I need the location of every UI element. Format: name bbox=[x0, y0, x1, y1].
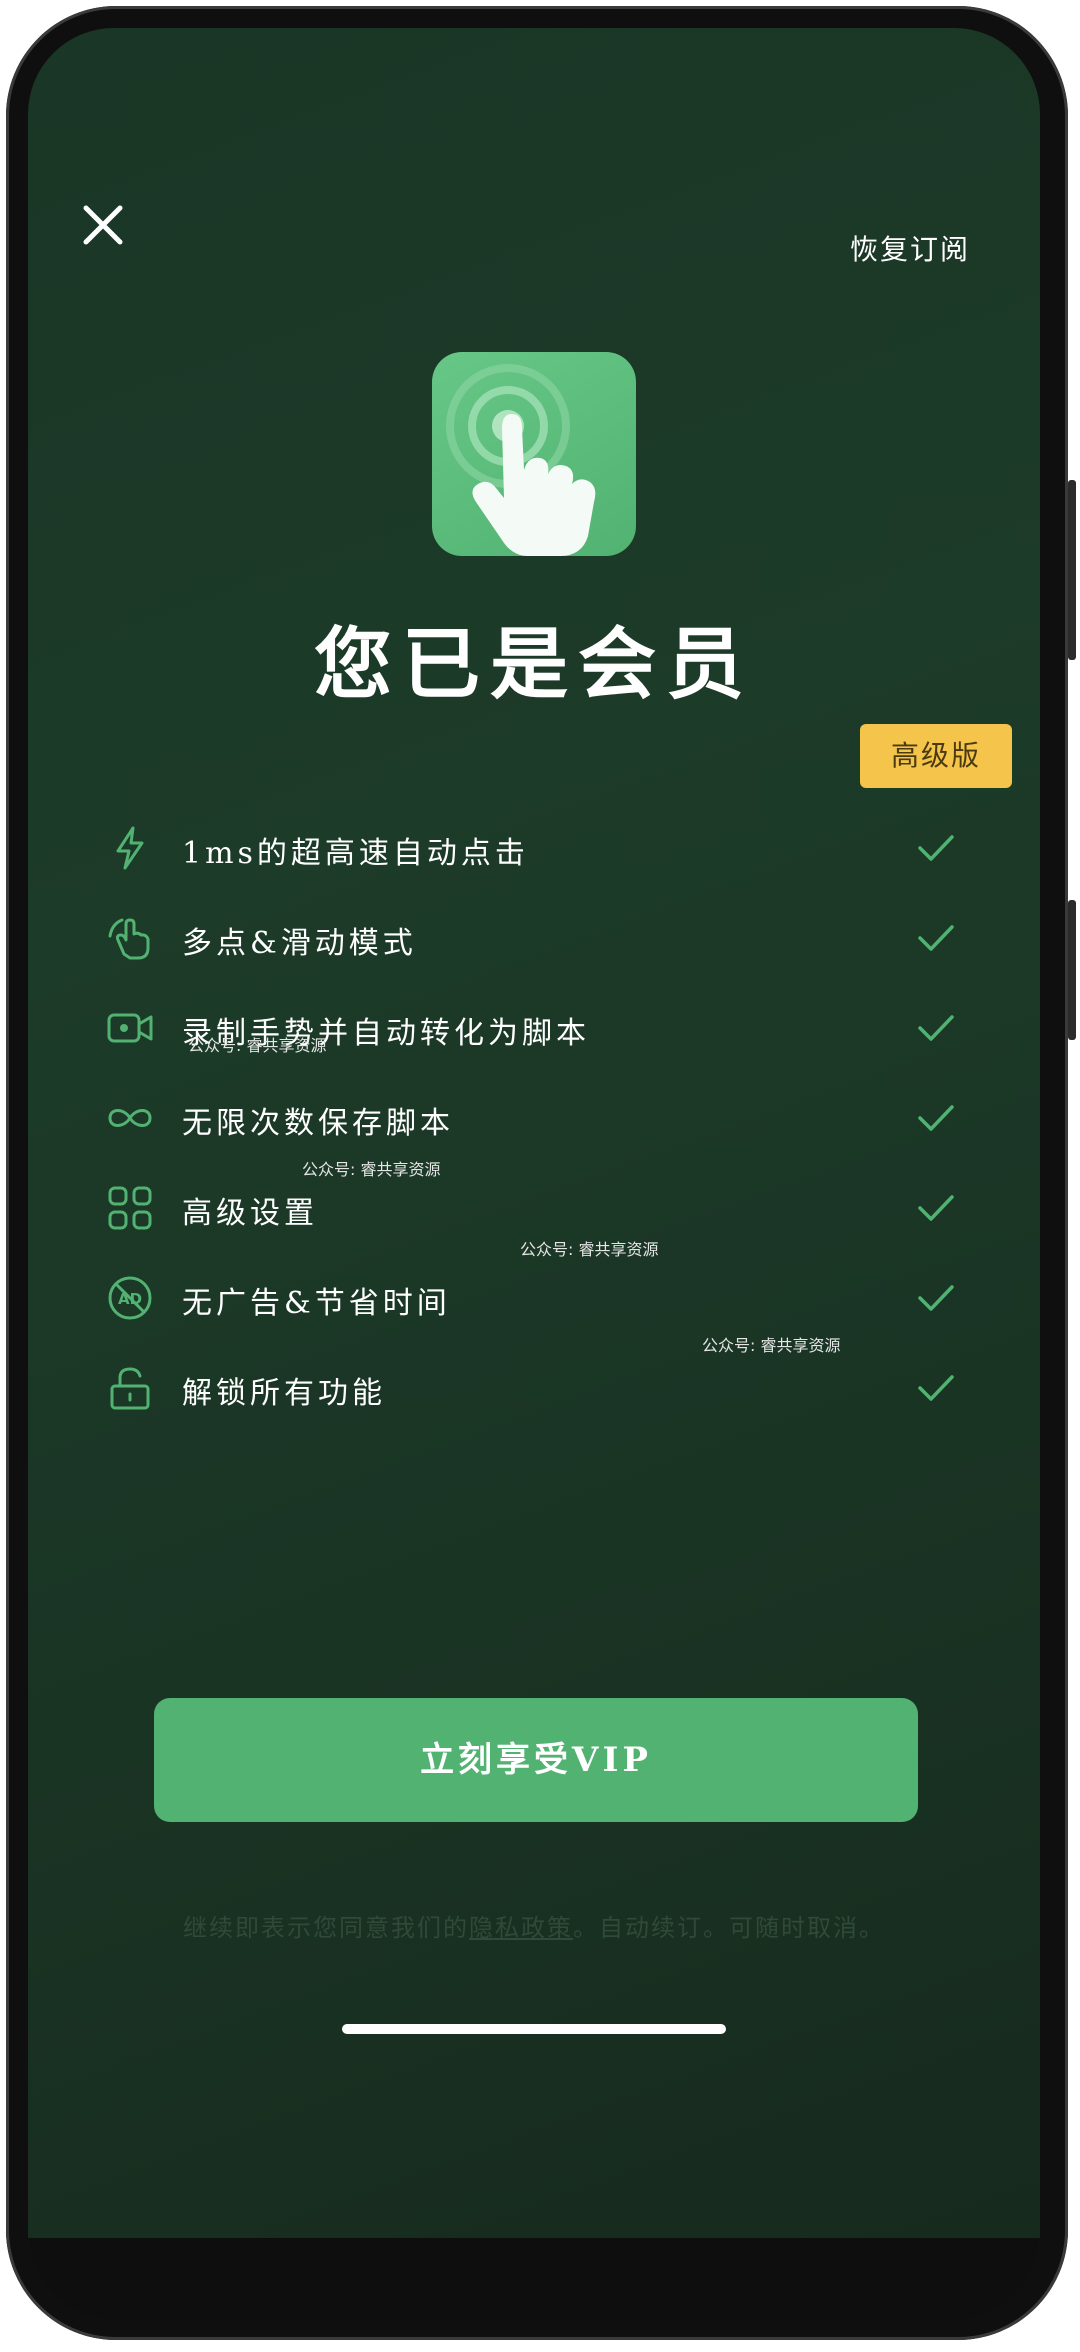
terms-prefix: 继续即表示您同意我们的 bbox=[183, 1914, 469, 1942]
subscription-screen: 恢复订阅 您已是会员 高级版 1ms的超高速自动点击 多点&滑动模式 录制手势并… bbox=[28, 28, 1040, 2320]
feature-label: 多点&滑动模式 bbox=[182, 926, 417, 961]
unlock-icon bbox=[106, 1364, 154, 1412]
svg-text:AD: AD bbox=[118, 1290, 142, 1308]
terms-suffix: 。自动续订。可随时取消。 bbox=[573, 1914, 885, 1942]
feature-label: 解锁所有功能 bbox=[182, 1376, 386, 1411]
power-button bbox=[1068, 480, 1076, 660]
premium-badge: 高级版 bbox=[860, 724, 1012, 788]
check-icon bbox=[916, 832, 956, 864]
watermark-text: 公众号: 睿共享资源 bbox=[302, 1160, 441, 1179]
phone-frame: 恢复订阅 您已是会员 高级版 1ms的超高速自动点击 多点&滑动模式 录制手势并… bbox=[0, 0, 1080, 2352]
restore-subscription-link[interactable]: 恢复订阅 bbox=[850, 228, 970, 268]
feature-item: AD 无广告&节省时间 bbox=[76, 1268, 976, 1328]
feature-item: 高级设置 bbox=[76, 1178, 976, 1238]
check-icon bbox=[916, 1102, 956, 1134]
privacy-policy-link[interactable]: 隐私政策 bbox=[469, 1914, 573, 1942]
grid-settings-icon bbox=[106, 1184, 154, 1232]
navigation-bar bbox=[28, 2238, 1040, 2320]
multi-touch-hand-icon bbox=[106, 914, 154, 962]
app-logo bbox=[432, 352, 636, 556]
infinity-icon bbox=[106, 1094, 154, 1142]
no-ads-icon: AD bbox=[106, 1274, 154, 1322]
watermark-text: 公众号: 睿共享资源 bbox=[188, 1036, 327, 1055]
volume-button bbox=[1068, 900, 1076, 1040]
check-icon bbox=[916, 1372, 956, 1404]
feature-label: 1ms的超高速自动点击 bbox=[182, 836, 529, 871]
check-icon bbox=[916, 1012, 956, 1044]
close-button[interactable] bbox=[78, 200, 128, 250]
check-icon bbox=[916, 1192, 956, 1224]
video-record-icon bbox=[106, 1004, 154, 1052]
tap-hand-icon bbox=[446, 364, 596, 556]
watermark-text: 公众号: 睿共享资源 bbox=[702, 1336, 841, 1355]
home-indicator[interactable] bbox=[342, 2024, 726, 2034]
enjoy-vip-button[interactable]: 立刻享受VIP bbox=[154, 1698, 918, 1822]
close-icon bbox=[83, 205, 123, 245]
feature-item: 无限次数保存脚本 bbox=[76, 1088, 976, 1148]
check-icon bbox=[916, 922, 956, 954]
feature-label: 无限次数保存脚本 bbox=[182, 1106, 454, 1141]
terms-note: 继续即表示您同意我们的隐私政策。自动续订。可随时取消。 bbox=[28, 1908, 1040, 1943]
feature-label: 无广告&节省时间 bbox=[182, 1286, 451, 1321]
check-icon bbox=[916, 1282, 956, 1314]
feature-label: 高级设置 bbox=[182, 1196, 318, 1231]
feature-item: 1ms的超高速自动点击 bbox=[76, 818, 976, 878]
watermark-text: 公众号: 睿共享资源 bbox=[520, 1240, 659, 1259]
feature-item: 多点&滑动模式 bbox=[76, 908, 976, 968]
page-title: 您已是会员 bbox=[313, 619, 754, 710]
lightning-icon bbox=[106, 824, 154, 872]
feature-item: 解锁所有功能 bbox=[76, 1358, 976, 1418]
